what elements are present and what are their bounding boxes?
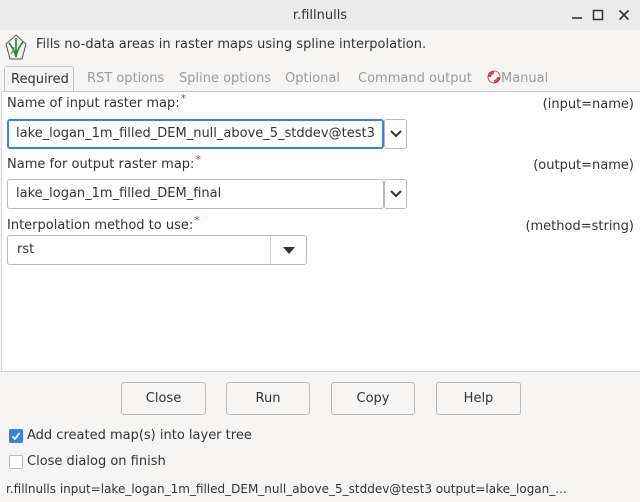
module-description: Fills no-data areas in raster maps using…: [36, 37, 427, 52]
button-area-separator: [0, 371, 640, 372]
method-select-value: rst: [17, 242, 35, 257]
method-select[interactable]: rst: [7, 235, 307, 265]
method-label-text: Interpolation method to use:: [7, 218, 194, 233]
tab-rst-options[interactable]: RST options: [87, 66, 164, 92]
tab-command-output[interactable]: Command output: [358, 66, 472, 92]
add-to-layer-tree-label: Add created map(s) into layer tree: [27, 428, 252, 443]
triangle-down-icon: [271, 236, 306, 264]
output-hint: (output=name): [533, 158, 634, 173]
method-hint: (method=string): [525, 219, 634, 234]
required-marker: *: [194, 214, 200, 227]
output-label: Name for output raster map:*: [7, 153, 201, 172]
copy-button[interactable]: Copy: [331, 382, 415, 415]
input-label-text: Name of input raster map:: [7, 96, 180, 111]
tab-bar: Required RST options Spline options Opti…: [0, 66, 640, 92]
maximize-icon[interactable]: [585, 0, 611, 30]
close-on-finish-label: Close dialog on finish: [27, 454, 166, 469]
method-label: Interpolation method to use:*: [7, 214, 200, 233]
grass-logo-icon: [5, 34, 27, 60]
tab-optional[interactable]: Optional: [285, 66, 340, 92]
required-marker: *: [180, 92, 187, 105]
window-titlebar: r.fillnulls: [0, 0, 640, 30]
output-dropdown-button[interactable]: [384, 179, 407, 209]
tab-manual[interactable]: Manual: [487, 66, 548, 92]
required-marker: *: [195, 153, 201, 166]
input-raster-field[interactable]: lake_logan_1m_filled_DEM_null_above_5_st…: [7, 119, 384, 149]
input-dropdown-button[interactable]: [384, 119, 407, 149]
output-raster-field[interactable]: lake_logan_1m_filled_DEM_final: [7, 179, 384, 209]
close-button[interactable]: Close: [121, 382, 206, 415]
input-hint: (input=name): [542, 97, 634, 112]
tab-required[interactable]: Required: [4, 66, 74, 92]
run-button[interactable]: Run: [226, 382, 310, 415]
command-preview-statusbar: r.fillnulls input=lake_logan_1m_filled_D…: [6, 482, 567, 496]
chevron-down-icon: [389, 127, 402, 142]
help-button[interactable]: Help: [436, 382, 521, 415]
tab-manual-label: Manual: [501, 71, 549, 86]
close-icon[interactable]: [611, 0, 637, 30]
close-on-finish-option[interactable]: Close dialog on finish: [9, 454, 166, 469]
input-label: Name of input raster map:*: [7, 92, 186, 111]
output-label-text: Name for output raster map:: [7, 157, 195, 172]
window-title: r.fillnulls: [292, 7, 348, 23]
chevron-down-icon: [389, 187, 402, 202]
close-on-finish-checkbox[interactable]: [9, 454, 23, 469]
checkmark-icon: [11, 431, 21, 440]
tab-spline-options[interactable]: Spline options: [179, 66, 271, 92]
add-to-layer-tree-checkbox[interactable]: [9, 428, 23, 443]
module-description-row: Fills no-data areas in raster maps using…: [0, 30, 640, 62]
add-to-layer-tree-option[interactable]: Add created map(s) into layer tree: [9, 428, 252, 443]
